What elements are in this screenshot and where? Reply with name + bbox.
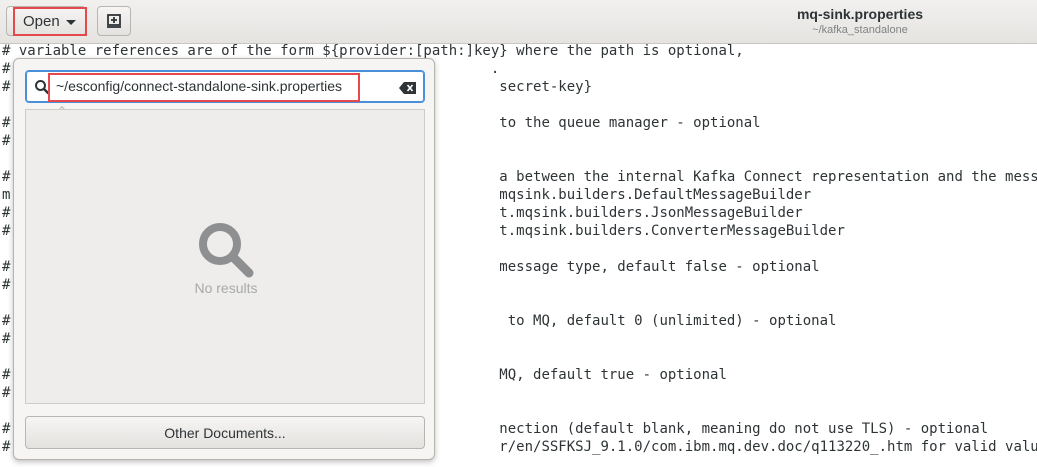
open-button-label: Open	[23, 12, 60, 30]
new-document-button[interactable]	[97, 6, 131, 36]
window-title: mq-sink.properties	[796, 6, 924, 22]
chevron-down-icon	[66, 20, 76, 25]
code-line: #	[2, 385, 11, 401]
header-bar: Open mq-sink.properties ~/kafka_standalo…	[0, 0, 1037, 44]
other-documents-button[interactable]: Other Documents...	[25, 416, 425, 449]
new-document-icon	[107, 14, 121, 28]
window-subtitle: ~/kafka_standalone	[812, 24, 908, 36]
search-icon	[199, 223, 254, 278]
clear-icon[interactable]	[399, 80, 417, 94]
search-icon	[34, 79, 50, 95]
window-title-block: mq-sink.properties ~/kafka_standalone	[700, 6, 1020, 36]
no-results-label: No results	[194, 280, 258, 296]
open-button[interactable]: Open	[6, 6, 86, 36]
open-document-popover: ~/esconfig/connect-standalone-sink.prope…	[13, 58, 435, 460]
code-line: #	[2, 133, 11, 149]
search-entry[interactable]: ~/esconfig/connect-standalone-sink.prope…	[25, 70, 425, 103]
code-line: #	[2, 331, 11, 347]
results-list: No results	[25, 109, 425, 404]
search-input[interactable]: ~/esconfig/connect-standalone-sink.prope…	[56, 78, 342, 94]
code-line: #	[2, 277, 11, 293]
